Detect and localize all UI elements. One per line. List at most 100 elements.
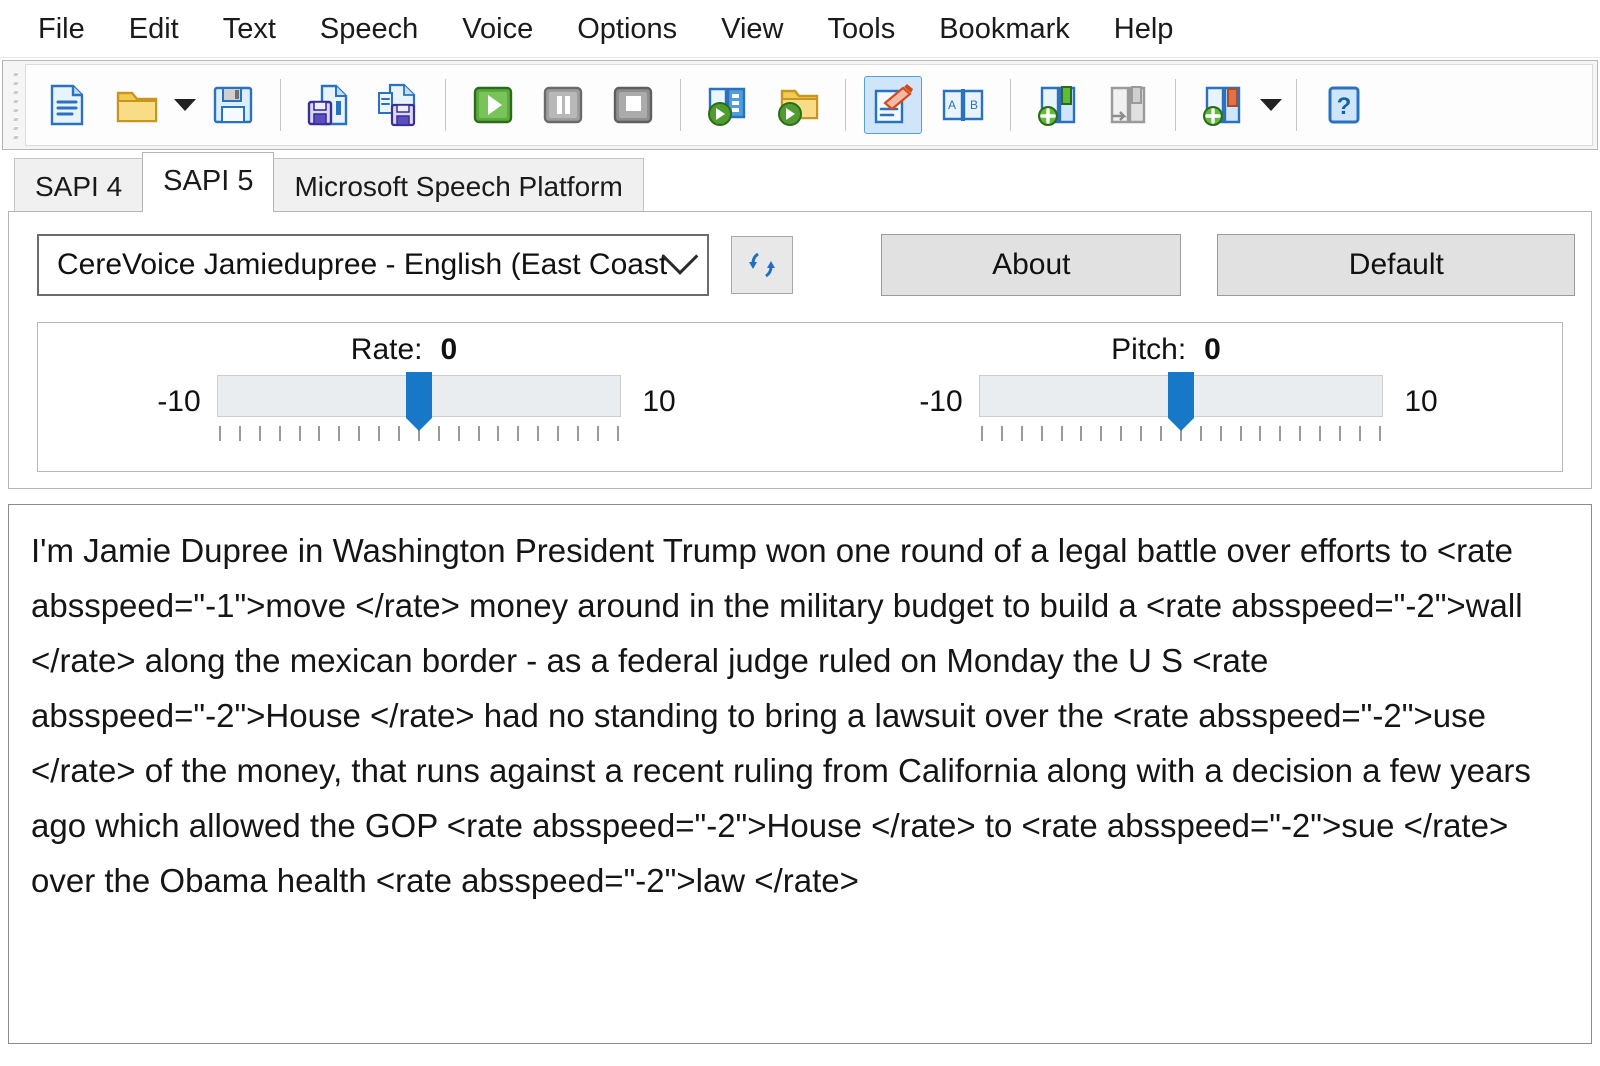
slider-tick <box>497 426 500 441</box>
save-floppy-icon <box>213 86 253 124</box>
play-book-button[interactable] <box>699 76 757 134</box>
menu-item-voice[interactable]: Voice <box>440 0 555 58</box>
pitch-max-label: 10 <box>1404 385 1438 418</box>
rate-label: Rate: 0 <box>351 333 457 367</box>
toolbar-drag-grip[interactable] <box>7 66 25 144</box>
voice-selection-row: CereVoice Jamiedupree - English (East Co… <box>37 234 1576 296</box>
rate-value: 0 <box>440 333 458 366</box>
slider-tick <box>616 426 619 441</box>
pause-button[interactable] <box>534 76 592 134</box>
rate-slider[interactable] <box>217 372 621 431</box>
tab-microsoft-speech-platform[interactable]: Microsoft Speech Platform <box>273 158 644 212</box>
slider-tick <box>1259 426 1262 441</box>
slider-tick <box>219 426 221 441</box>
menu-item-options[interactable]: Options <box>555 0 699 58</box>
add-voice-tag-button[interactable] <box>1194 76 1252 134</box>
toolbar-separator <box>280 79 281 131</box>
save-audio-icon <box>307 84 348 126</box>
refresh-voices-icon <box>749 252 776 278</box>
slider-tick <box>238 426 241 441</box>
sliders-group: Rate: 0 -10 10 Pitch: 0 -10 10 <box>37 322 1563 472</box>
slider-tick <box>437 426 440 441</box>
slider-tick <box>1279 426 1282 441</box>
stop-button[interactable] <box>604 76 662 134</box>
refresh-voices-button[interactable] <box>731 236 794 294</box>
pitch-slider-row: -10 10 <box>800 372 1562 444</box>
tab-sapi4[interactable]: SAPI 4 <box>14 158 144 212</box>
slider-tick <box>1319 426 1322 441</box>
text-editor[interactable]: I'm Jamie Dupree in Washington President… <box>8 504 1592 1044</box>
menu-item-text[interactable]: Text <box>201 0 298 58</box>
slider-tick <box>1160 426 1163 441</box>
default-button[interactable]: Default <box>1217 234 1576 296</box>
toolbar-separator <box>445 79 446 131</box>
slider-tick <box>1378 426 1381 441</box>
voice-select[interactable]: CereVoice Jamiedupree - English (East Co… <box>37 234 710 296</box>
slider-tick <box>358 426 361 441</box>
pitch-label-text: Pitch: <box>1111 333 1187 366</box>
save-audio-button[interactable] <box>299 76 357 134</box>
svg-text:?: ? <box>1337 93 1352 120</box>
menu-item-tools[interactable]: Tools <box>806 0 918 58</box>
slider-tick <box>1120 426 1123 441</box>
abbreviation-dictionary-button[interactable]: A B <box>934 76 992 134</box>
slider-tick <box>338 426 341 441</box>
open-file-dropdown-button[interactable] <box>172 76 198 134</box>
menu-item-view[interactable]: View <box>699 0 805 58</box>
menu-item-speech[interactable]: Speech <box>298 0 440 58</box>
add-voice-tag-dropdown-button[interactable] <box>1258 76 1284 134</box>
save-audio-as-button[interactable] <box>369 76 427 134</box>
tab-sapi5[interactable]: SAPI 5 <box>142 152 275 212</box>
toolbar-separator <box>1296 79 1297 131</box>
svg-text:A: A <box>948 98 956 112</box>
edit-pronunciation-button[interactable] <box>864 76 922 134</box>
pause-icon <box>543 86 583 124</box>
play-button[interactable] <box>464 76 522 134</box>
menu-item-file[interactable]: File <box>16 0 107 58</box>
new-document-button[interactable] <box>38 76 96 134</box>
pitch-slider-thumb[interactable] <box>1168 372 1194 431</box>
add-bookmark-icon <box>1038 86 1076 126</box>
pitch-slider[interactable] <box>979 372 1383 431</box>
stop-icon <box>613 86 653 124</box>
menu-item-help[interactable]: Help <box>1092 0 1196 58</box>
slider-tick <box>596 426 599 441</box>
slider-tick <box>398 426 401 441</box>
rate-max-label: 10 <box>642 385 676 418</box>
play-folder-button[interactable] <box>769 76 827 134</box>
slider-tick <box>557 426 560 441</box>
slider-tick <box>278 426 281 441</box>
slider-tick <box>378 426 381 441</box>
add-bookmark-button[interactable] <box>1029 76 1087 134</box>
rate-slider-thumb[interactable] <box>406 372 432 431</box>
rate-min-label: -10 <box>157 385 201 418</box>
slider-tick <box>477 426 480 441</box>
play-book-icon <box>708 87 746 126</box>
about-button[interactable]: About <box>881 234 1182 296</box>
slider-tick <box>981 426 983 441</box>
help-button[interactable]: ? <box>1315 76 1373 134</box>
slider-tick <box>1199 426 1202 441</box>
play-folder-icon <box>778 89 819 126</box>
rate-track-wrap <box>217 372 621 444</box>
toolbar-separator <box>680 79 681 131</box>
slider-tick <box>1020 426 1023 441</box>
slider-tick <box>1140 426 1143 441</box>
save-button[interactable] <box>204 76 262 134</box>
rate-label-text: Rate: <box>350 333 423 366</box>
slider-tick <box>258 426 261 441</box>
slider-tick <box>1299 426 1302 441</box>
abbreviation-book-icon: A B <box>942 89 984 121</box>
slider-tick <box>1100 426 1103 441</box>
slider-tick <box>1060 426 1063 441</box>
slider-tick <box>1239 426 1242 441</box>
add-voice-tag-icon <box>1203 86 1241 126</box>
goto-bookmark-button[interactable] <box>1099 76 1157 134</box>
toolbar-separator <box>845 79 846 131</box>
menu-item-bookmark[interactable]: Bookmark <box>917 0 1092 58</box>
menu-item-edit[interactable]: Edit <box>107 0 201 58</box>
toolbar-container: A B ? <box>2 60 1598 150</box>
slider-tick <box>1080 426 1083 441</box>
toolbar-separator <box>1010 79 1011 131</box>
open-file-button[interactable] <box>108 76 166 134</box>
